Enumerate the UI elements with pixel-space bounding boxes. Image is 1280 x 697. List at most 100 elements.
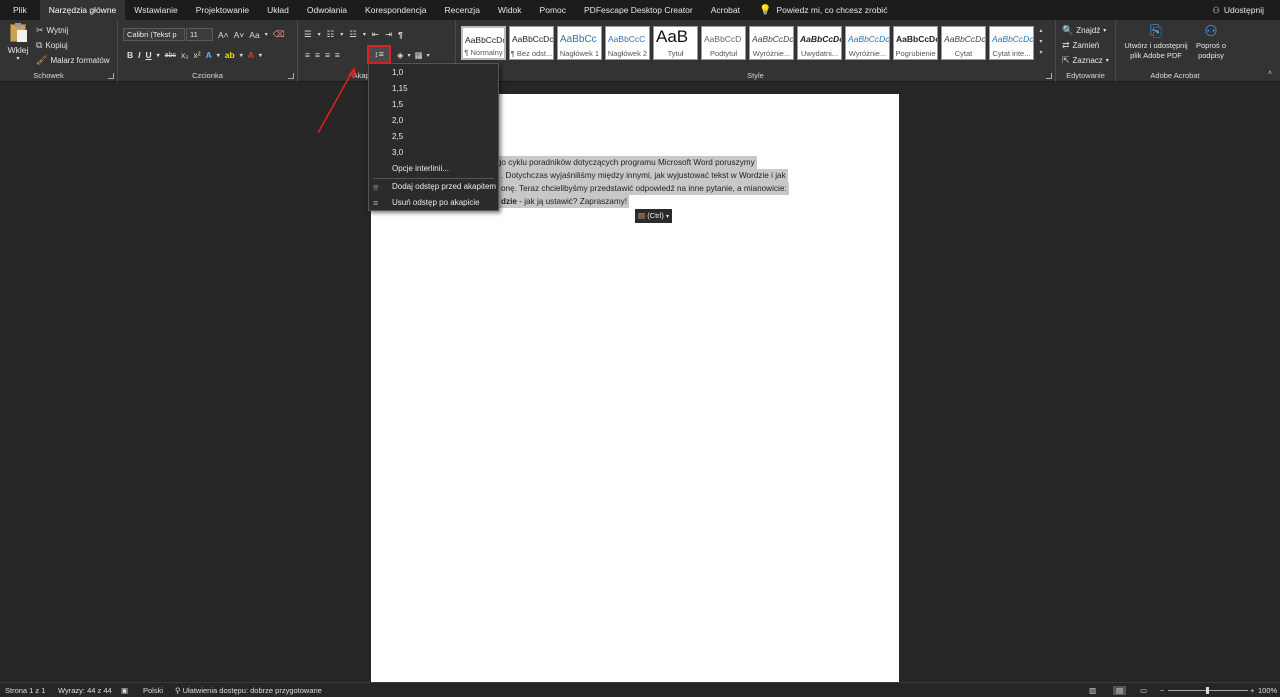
bullets-icon[interactable]: ☰ (304, 29, 312, 40)
read-mode-icon[interactable]: ▥ (1089, 686, 1096, 695)
create-pdf-button[interactable]: ⎘ Utwórz i udostępnij plik Adobe PDF (1122, 23, 1190, 61)
format-painter-button[interactable]: 🖌 Malarz formatów (36, 55, 110, 66)
style-7-tile[interactable]: AaBbCcDc Uwydatni... (797, 26, 842, 60)
multilevel-list-icon[interactable]: ☳ (349, 29, 357, 40)
tell-me-box[interactable]: 💡 Powiedz mi, co chcesz zrobić (749, 5, 887, 16)
tab-pdfescape[interactable]: PDFescape Desktop Creator (575, 0, 702, 20)
clear-formatting-icon[interactable]: ⌫ (273, 29, 285, 40)
underline-button[interactable]: U (146, 50, 152, 60)
change-case-button[interactable]: Aa (249, 30, 259, 40)
replace-button[interactable]: ⇄ Zamień (1062, 40, 1099, 51)
share-button[interactable]: ⚇ Udostępnij (1212, 0, 1264, 20)
zoom-out-icon[interactable]: − (1160, 686, 1164, 695)
style-1-tile[interactable]: AaBbCcDc ¶ Bez odst... (509, 26, 554, 60)
menu-item-spacing-1-15[interactable]: 1,15 (369, 81, 498, 97)
find-button[interactable]: 🔍 Znajdź ▾ (1062, 25, 1106, 36)
chevron-down-icon: ▾ (426, 53, 430, 59)
menu-item-spacing-3-0[interactable]: 3,0 (369, 145, 498, 161)
zoom-slider-thumb[interactable] (1206, 687, 1209, 694)
menu-item-spacing-1-5[interactable]: 1,5 (369, 97, 498, 113)
align-center-icon[interactable]: ≡ (315, 50, 320, 60)
numbering-icon[interactable]: ☷ (327, 29, 335, 40)
proofing-icon[interactable]: ▣ (121, 686, 128, 695)
tab-review[interactable]: Recenzja (435, 0, 488, 20)
style-8-tile[interactable]: AaBbCcDc Wyróżnie... (845, 26, 890, 60)
gallery-scroll[interactable]: ▴ ▾ ▾ (1036, 26, 1046, 60)
paste-button[interactable]: Wklej ▾ (5, 23, 31, 66)
collapse-ribbon-icon[interactable]: ˄ (1268, 70, 1272, 77)
cut-button[interactable]: ✂ Wytnij (36, 25, 68, 36)
styles-launcher-icon[interactable] (1046, 73, 1052, 79)
tab-references[interactable]: Odwołania (298, 0, 356, 20)
print-layout-icon[interactable]: ▤ (1113, 686, 1127, 695)
style-4-tile[interactable]: AaB Tytuł (653, 26, 698, 60)
style-0-tile[interactable]: AaBbCcDc ¶ Normalny (461, 26, 506, 60)
paste-options-tag[interactable]: ▤ (Ctrl) ▾ (635, 209, 672, 223)
doc-line-4[interactable]: dzie - jak ją ustawić? Zapraszamy! (499, 195, 630, 208)
pilcrow-button[interactable]: ¶ (398, 30, 403, 40)
style-6-tile[interactable]: AaBbCcDc Wyróżnie... (749, 26, 794, 60)
style-3-tile[interactable]: AaBbCcC Nagłówek 2 (605, 26, 650, 60)
tab-layout[interactable]: Układ (258, 0, 298, 20)
request-signatures-button[interactable]: ⚇ Poproś o podpisy (1192, 23, 1230, 61)
font-color-icon[interactable]: A (248, 50, 254, 60)
doc-line-1[interactable]: naszego cyklu poradników dotyczących pro… (473, 156, 757, 169)
chevron-down-icon: ▾ (239, 52, 243, 59)
group-editing: 🔍 Znajdź ▾ ⇄ Zamień ⇱ Zaznacz ▾ Edytowanie (1056, 20, 1116, 82)
style-9-tile[interactable]: AaBbCcDc Pogrubienie (893, 26, 938, 60)
tab-mailings[interactable]: Korespondencja (356, 0, 435, 20)
style-10-tile[interactable]: AaBbCcDc Cytat (941, 26, 986, 60)
style-11-tile[interactable]: AaBbCcDc Cytat inte... (989, 26, 1034, 60)
justify-icon[interactable]: ≡ (335, 50, 340, 60)
italic-button[interactable]: I (138, 50, 140, 60)
tab-view[interactable]: Widok (489, 0, 531, 20)
menu-item-spacing-1-0[interactable]: 1,0 (369, 65, 498, 81)
zoom-slider[interactable] (1168, 687, 1248, 694)
tab-file[interactable]: Plik (0, 0, 40, 20)
zoom-level[interactable]: 100% (1258, 686, 1277, 695)
select-button[interactable]: ⇱ Zaznacz ▾ (1062, 55, 1109, 66)
accessibility-status[interactable]: ⚲ Ułatwienia dostępu: dobrze przygotowan… (175, 686, 322, 695)
word-count[interactable]: Wyrazy: 44 z 44 (58, 686, 112, 695)
page-count[interactable]: Strona 1 z 1 (5, 686, 45, 695)
style-2-tile[interactable]: AaBbCc Nagłówek 1 (557, 26, 602, 60)
align-right-icon[interactable]: ≡ (325, 50, 330, 60)
tab-insert[interactable]: Wstawianie (125, 0, 186, 20)
strikethrough-button[interactable]: abc (165, 52, 176, 59)
highlight-icon[interactable]: ab (225, 50, 235, 60)
language[interactable]: Polski (143, 686, 163, 695)
tab-design[interactable]: Projektowanie (187, 0, 258, 20)
borders-icon[interactable]: ▦ (415, 50, 423, 61)
doc-line-3[interactable]: onę. Teraz chcielibyśmy przedstawić odpo… (499, 182, 789, 195)
tab-acrobat[interactable]: Acrobat (702, 0, 749, 20)
font-size-combo[interactable]: 11 (186, 28, 213, 41)
increase-indent-icon[interactable]: ⇥ (385, 29, 392, 40)
menu-item-remove-space-after[interactable]: ≡ Usuń odstęp po akapicie (369, 195, 498, 211)
doc-line-2[interactable]: . Dotychczas wyjaśniliśmy między innymi,… (499, 169, 788, 182)
align-left-icon[interactable]: ≡ (305, 50, 310, 60)
menu-item-spacing-2-0[interactable]: 2,0 (369, 113, 498, 129)
style-name: ¶ Normalny (464, 48, 503, 57)
menu-item-spacing-2-5[interactable]: 2,5 (369, 129, 498, 145)
group-adobe-acrobat: ⎘ Utwórz i udostępnij plik Adobe PDF ⚇ P… (1116, 20, 1234, 82)
web-layout-icon[interactable]: ▭ (1140, 686, 1147, 695)
font-launcher-icon[interactable] (288, 73, 294, 79)
font-family-combo[interactable]: Calibri (Tekst p (123, 28, 185, 41)
shading-icon[interactable]: ◈ (397, 50, 404, 61)
style-5-tile[interactable]: AaBbCcD Podtytuł (701, 26, 746, 60)
grow-font-icon[interactable]: A˄ (218, 30, 229, 40)
tab-help[interactable]: Pomoc (531, 0, 575, 20)
superscript-button[interactable]: x² (194, 50, 201, 60)
clipboard-launcher-icon[interactable] (108, 73, 114, 79)
shrink-font-icon[interactable]: A˅ (234, 30, 245, 40)
tab-home[interactable]: Narzędzia główne (39, 0, 126, 20)
menu-item-spacing-options[interactable]: Opcje interlinii... (369, 161, 498, 177)
subscript-button[interactable]: x₂ (181, 50, 189, 60)
bold-button[interactable]: B (127, 50, 133, 60)
menu-item-add-space-before[interactable]: ⩸ Dodaj odstęp przed akapitem (369, 179, 498, 195)
text-effects-icon[interactable]: A (206, 50, 212, 60)
decrease-indent-icon[interactable]: ⇤ (372, 29, 379, 40)
line-spacing-button[interactable]: ↕≡ (367, 45, 391, 64)
copy-button[interactable]: ⧉ Kopiuj (36, 40, 68, 51)
zoom-in-icon[interactable]: + (1250, 686, 1254, 695)
